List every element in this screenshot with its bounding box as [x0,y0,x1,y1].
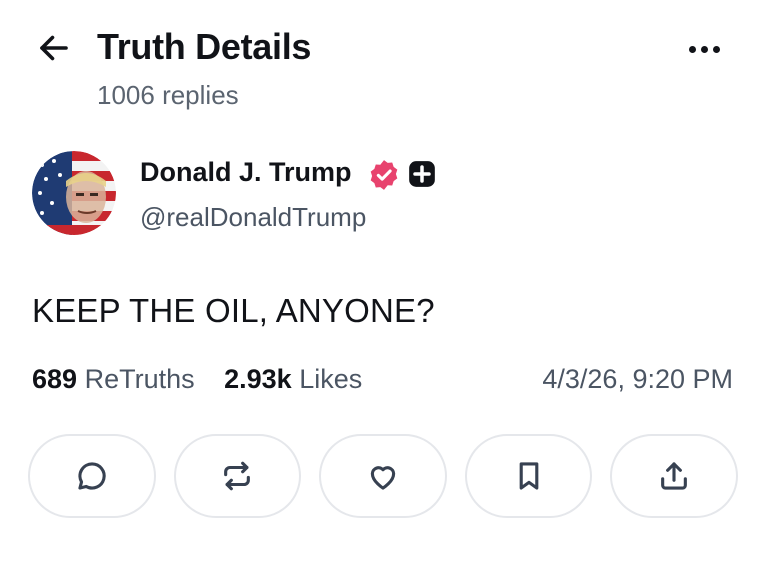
header: Truth Details 1006 replies [0,0,765,120]
like-button[interactable] [319,434,447,518]
like-icon [370,466,396,490]
likes-count[interactable]: 2.93k [224,364,292,394]
share-button[interactable] [610,434,738,518]
action-bar [28,434,738,520]
reply-count: 1006 replies [97,80,239,110]
retruths-label[interactable]: ReTruths [85,364,195,394]
author-handle[interactable]: @realDonaldTrump [140,202,366,233]
reply-icon [78,462,106,490]
reply-button[interactable] [28,434,156,518]
post-text: KEEP THE OIL, ANYONE? [32,292,435,329]
more-options-button[interactable] [680,34,728,64]
author-name[interactable]: Donald J. Trump [140,157,352,188]
retruth-icon [224,461,251,491]
page-title: Truth Details [97,26,312,67]
likes-label[interactable]: Likes [299,364,362,394]
more-horizontal-icon [688,45,696,53]
post-stats: 689 ReTruths 2.93k Likes [32,364,362,395]
timestamp: 4/3/26, 9:20 PM [542,364,733,394]
plus-badge-icon [409,161,435,187]
avatar-image [32,151,116,235]
arrow-left-icon [40,35,68,61]
back-button[interactable] [34,28,74,68]
avatar[interactable] [32,151,116,235]
retruth-button[interactable] [173,434,302,518]
share-icon [661,462,688,490]
bookmark-icon [519,462,538,490]
more-dot [712,45,720,53]
more-dot [700,45,708,53]
bookmark-button[interactable] [464,434,593,518]
retruths-count[interactable]: 689 [32,364,77,394]
verified-badge-icon [370,160,398,190]
